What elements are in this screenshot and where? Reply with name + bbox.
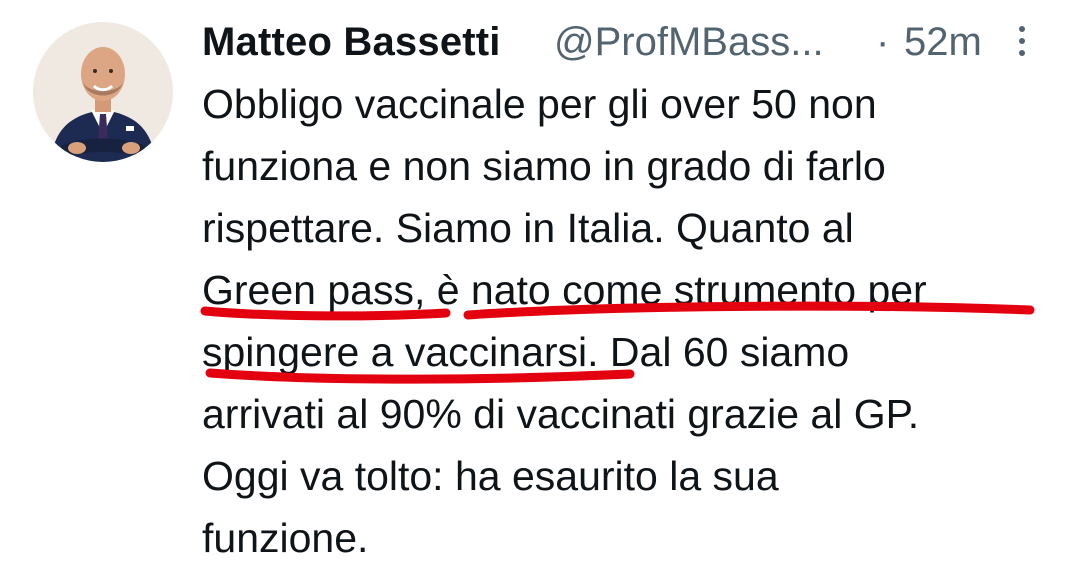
author-name[interactable]: Matteo Bassetti xyxy=(202,20,501,65)
tweet-header: Matteo Bassetti @ProfMBass... · 52m xyxy=(202,18,1032,68)
tweet-text-line: funzione. xyxy=(202,515,369,561)
author-handle[interactable]: @ProfMBass... xyxy=(554,20,824,65)
tweet-text-line: Obbligo vaccinale per gli over 50 non xyxy=(202,81,877,127)
tweet-text-line: Oggi va tolto: ha esaurito la sua xyxy=(202,453,779,499)
tweet-text-line: rispettare. Siamo in Italia. Quanto al xyxy=(202,205,854,251)
timestamp[interactable]: 52m xyxy=(904,20,982,65)
tweet-text-line: Green pass, è nato come strumento per xyxy=(202,267,927,313)
separator-dot: · xyxy=(876,20,890,64)
more-vertical-icon[interactable] xyxy=(1014,20,1030,64)
avatar-photo xyxy=(33,22,173,162)
tweet-text-line: funziona e non siamo in grado di farlo xyxy=(202,143,886,189)
tweet[interactable]: Matteo Bassetti @ProfMBass... · 52m Obbl… xyxy=(0,0,1080,576)
tweet-text-line: arrivati al 90% di vaccinati grazie al G… xyxy=(202,391,920,437)
avatar[interactable] xyxy=(33,22,173,162)
tweet-text-line: spingere a vaccinarsi. Dal 60 siamo xyxy=(202,329,850,375)
